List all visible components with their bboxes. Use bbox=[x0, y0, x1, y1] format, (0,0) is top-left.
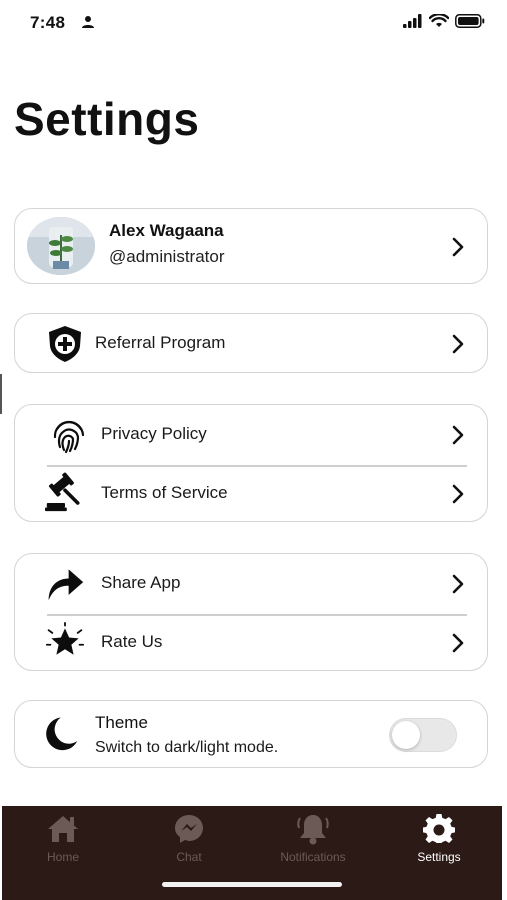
status-bar: 7:48 bbox=[0, 0, 507, 48]
tab-chat-label: Chat bbox=[176, 850, 202, 864]
status-icons bbox=[403, 14, 485, 28]
share-app-label: Share App bbox=[101, 573, 181, 592]
terms-of-service-item[interactable]: Terms of Service bbox=[15, 465, 487, 523]
signal-icon bbox=[403, 14, 422, 28]
rate-us-label: Rate Us bbox=[101, 632, 163, 651]
gavel-icon bbox=[45, 472, 85, 513]
share-app-item[interactable]: Share App bbox=[15, 554, 487, 614]
chevron-right-icon bbox=[452, 484, 464, 504]
theme-card: Theme Switch to dark/light mode. bbox=[14, 700, 488, 768]
page-title: Settings bbox=[14, 93, 200, 145]
bell-icon bbox=[296, 812, 330, 846]
battery-icon bbox=[455, 14, 485, 28]
edge-marker bbox=[0, 374, 2, 414]
tab-chat[interactable]: Chat bbox=[134, 812, 244, 864]
tab-settings-label: Settings bbox=[417, 850, 461, 864]
tab-home-label: Home bbox=[46, 850, 79, 864]
chat-icon bbox=[172, 812, 206, 846]
referral-program-item[interactable]: Referral Program bbox=[14, 313, 488, 373]
fingerprint-icon bbox=[49, 415, 89, 455]
profile-name: Alex Wagaana bbox=[109, 221, 224, 240]
rate-us-item[interactable]: Rate Us bbox=[15, 614, 487, 672]
tab-notifications[interactable]: Notifications bbox=[258, 812, 368, 864]
moon-icon bbox=[39, 713, 79, 753]
legal-card: Privacy Policy Terms of Service bbox=[14, 404, 488, 522]
tab-notifications-label: Notifications bbox=[280, 850, 346, 864]
chevron-right-icon bbox=[452, 574, 464, 594]
profile-handle: @administrator bbox=[109, 247, 225, 266]
home-icon bbox=[46, 812, 80, 846]
theme-title: Theme bbox=[95, 713, 148, 732]
home-indicator bbox=[162, 882, 342, 887]
share-arrow-icon bbox=[45, 563, 85, 603]
chevron-right-icon bbox=[452, 633, 464, 653]
tab-home[interactable]: Home bbox=[8, 812, 118, 864]
dark-mode-toggle[interactable] bbox=[389, 718, 457, 752]
privacy-policy-item[interactable]: Privacy Policy bbox=[15, 405, 487, 465]
person-icon bbox=[82, 16, 94, 28]
toggle-knob bbox=[392, 721, 420, 749]
terms-of-service-label: Terms of Service bbox=[101, 483, 228, 502]
avatar bbox=[27, 217, 95, 275]
profile-card[interactable]: Alex Wagaana @administrator bbox=[14, 208, 488, 284]
referral-program-label: Referral Program bbox=[95, 333, 226, 352]
chevron-right-icon bbox=[452, 237, 464, 257]
status-time: 7:48 bbox=[30, 13, 66, 32]
star-icon bbox=[45, 622, 85, 662]
chevron-right-icon bbox=[452, 425, 464, 445]
shield-plus-icon bbox=[45, 324, 85, 364]
chevron-right-icon bbox=[452, 334, 464, 354]
theme-subtitle: Switch to dark/light mode. bbox=[95, 739, 279, 756]
wifi-icon bbox=[429, 14, 449, 27]
gear-icon bbox=[422, 812, 456, 846]
share-card: Share App Rate Us bbox=[14, 553, 488, 671]
tab-settings[interactable]: Settings bbox=[384, 812, 494, 864]
privacy-policy-label: Privacy Policy bbox=[101, 424, 207, 443]
